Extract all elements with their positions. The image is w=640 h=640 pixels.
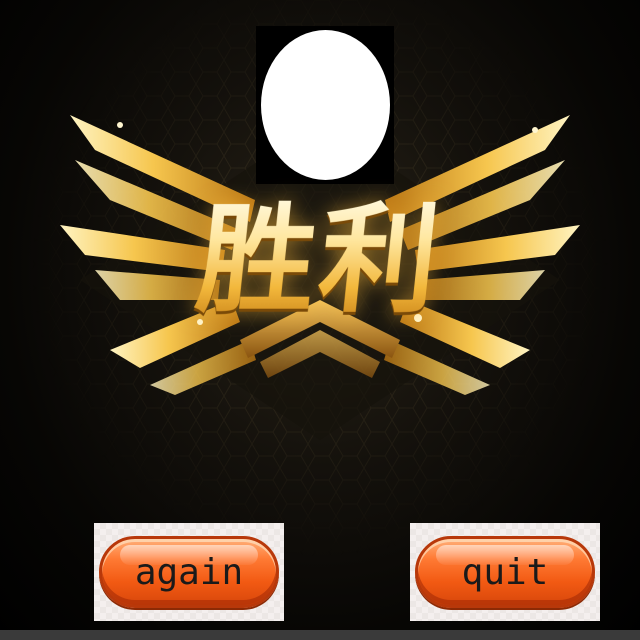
- quit-button[interactable]: quit: [415, 536, 595, 608]
- victory-screen: 胜利 again quit: [0, 0, 640, 640]
- bottom-bar: [0, 630, 640, 640]
- again-button[interactable]: again: [99, 536, 279, 608]
- again-button-label: again: [134, 551, 244, 593]
- again-button-frame: again: [94, 523, 284, 621]
- avatar: [261, 30, 390, 180]
- quit-button-label: quit: [461, 551, 549, 593]
- avatar-frame: [256, 26, 394, 184]
- quit-button-frame: quit: [410, 523, 600, 621]
- victory-title: 胜利: [0, 190, 640, 330]
